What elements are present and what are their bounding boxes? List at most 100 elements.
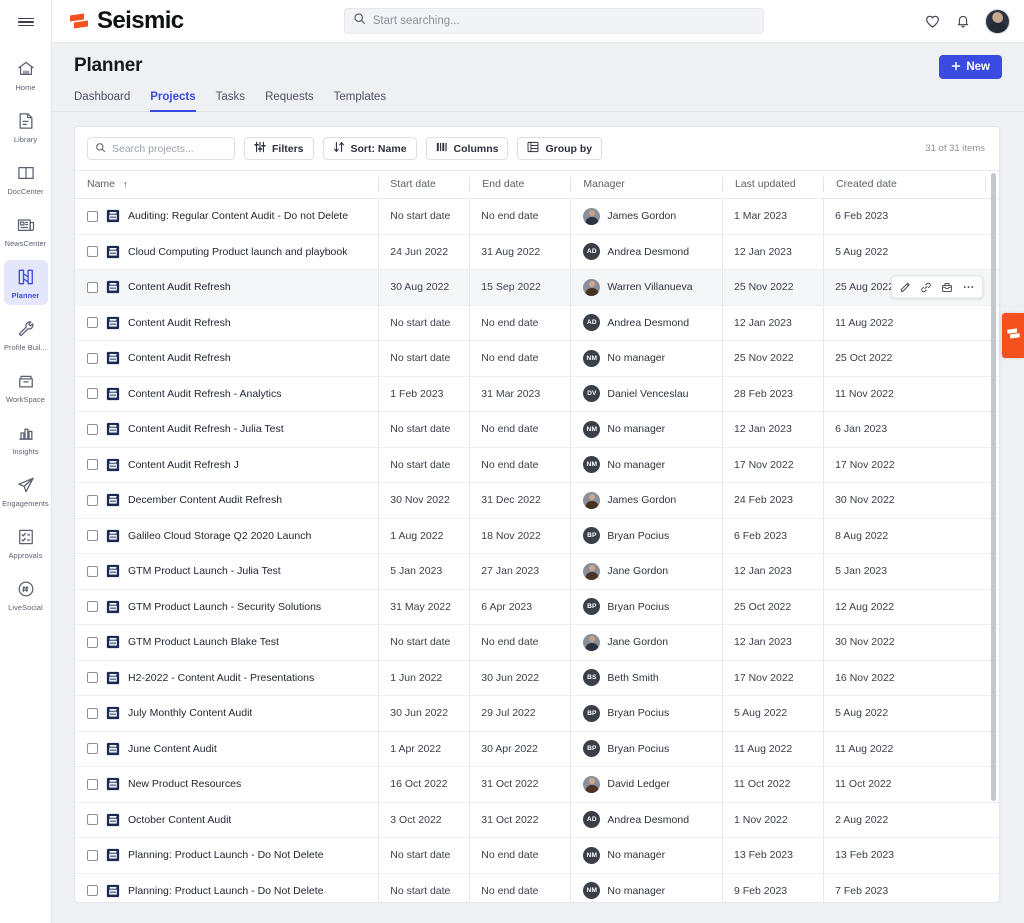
project-name-link[interactable]: New Product Resources — [128, 778, 241, 790]
seismic-edge-tab-button[interactable] — [1002, 313, 1024, 358]
table-row[interactable]: Auditing: Regular Content Audit - Do not… — [75, 198, 999, 234]
column-header-last-updated[interactable]: Last updated — [722, 170, 824, 199]
table-vertical-scrollbar[interactable] — [991, 173, 996, 801]
column-header-start-date[interactable]: Start date — [378, 170, 470, 199]
global-search[interactable] — [343, 8, 764, 34]
global-search-input[interactable] — [372, 15, 755, 27]
table-row[interactable]: New Product Resources 16 Oct 2022 31 Oct 2… — [75, 766, 999, 802]
column-header-created-date[interactable]: Created date — [823, 170, 985, 199]
sidebar-item-livesocial[interactable]: LiveSocial — [4, 572, 48, 617]
search-projects[interactable] — [87, 137, 235, 160]
row-checkbox[interactable] — [87, 459, 98, 471]
tab-requests[interactable]: Requests — [265, 91, 314, 112]
row-checkbox[interactable] — [87, 814, 98, 826]
table-row[interactable]: Content Audit Refresh 30 Aug 2022 15 Sep 2… — [75, 269, 999, 305]
project-name-link[interactable]: GTM Product Launch - Julia Test — [128, 565, 281, 577]
row-checkbox[interactable] — [87, 352, 98, 364]
group-by-button[interactable]: Group by — [517, 137, 603, 160]
table-row[interactable]: Content Audit Refresh No start date No end… — [75, 305, 999, 341]
menu-toggle-button[interactable] — [0, 0, 52, 44]
column-header-end-date[interactable]: End date — [469, 170, 571, 199]
table-row[interactable]: Cloud Computing Product launch and playb… — [75, 234, 999, 270]
project-name-link[interactable]: Galileo Cloud Storage Q2 2020 Launch — [128, 530, 311, 542]
row-checkbox[interactable] — [87, 601, 98, 613]
row-checkbox[interactable] — [87, 636, 98, 648]
row-checkbox[interactable] — [87, 388, 98, 400]
heart-icon[interactable] — [924, 13, 941, 30]
table-row[interactable]: July Monthly Content Audit 30 Jun 2022 29 … — [75, 695, 999, 731]
table-row[interactable]: December Content Audit Refresh 30 Nov 202… — [75, 482, 999, 518]
link-icon[interactable] — [920, 281, 932, 293]
more-ellipsis-icon[interactable] — [962, 281, 975, 294]
table-row[interactable]: GTM Product Launch - Security Solutions 3… — [75, 589, 999, 625]
sort-button[interactable]: Sort: Name — [322, 137, 417, 160]
project-name-link[interactable]: July Monthly Content Audit — [128, 707, 252, 719]
project-name-link[interactable]: Content Audit Refresh J — [128, 459, 239, 471]
table-row[interactable]: GTM Product Launch Blake Test No start da… — [75, 624, 999, 660]
row-checkbox[interactable] — [87, 885, 98, 897]
table-row[interactable]: October Content Audit 3 Oct 2022 31 Oct 20… — [75, 802, 999, 838]
table-row[interactable]: Content Audit Refresh - Julia Test No sta… — [75, 411, 999, 447]
project-name-link[interactable]: Content Audit Refresh — [128, 317, 231, 329]
sidebar-item-profile-buil[interactable]: Profile Buil... — [4, 312, 48, 357]
sidebar-item-home[interactable]: Home — [4, 52, 48, 97]
sidebar-item-approvals[interactable]: Approvals — [4, 520, 48, 565]
tab-tasks[interactable]: Tasks — [216, 91, 245, 112]
tab-dashboard[interactable]: Dashboard — [74, 91, 130, 112]
user-avatar[interactable] — [985, 8, 1010, 34]
table-row[interactable]: Galileo Cloud Storage Q2 2020 Launch 1 Au… — [75, 518, 999, 554]
sidebar-item-workspace[interactable]: WorkSpace — [4, 364, 48, 409]
project-name-link[interactable]: Content Audit Refresh - Julia Test — [128, 423, 284, 435]
table-row[interactable]: Planning: Product Launch - Do Not Delete… — [75, 837, 999, 873]
row-checkbox[interactable] — [87, 494, 98, 506]
table-row[interactable]: June Content Audit 1 Apr 2022 30 Apr 2022 B… — [75, 731, 999, 767]
table-row[interactable]: H2-2022 - Content Audit - Presentations 1… — [75, 660, 999, 696]
project-name-link[interactable]: Planning: Product Launch - Do Not Delete — [128, 849, 324, 861]
table-row[interactable]: GTM Product Launch - Julia Test 5 Jan 202… — [75, 553, 999, 589]
project-name-link[interactable]: GTM Product Launch - Security Solutions — [128, 601, 321, 613]
project-name-link[interactable]: October Content Audit — [128, 814, 231, 826]
seismic-logo[interactable]: Seismic — [68, 9, 184, 33]
project-name-link[interactable]: H2-2022 - Content Audit - Presentations — [128, 672, 314, 684]
column-header-manager[interactable]: Manager — [570, 170, 722, 199]
project-name-link[interactable]: December Content Audit Refresh — [128, 494, 282, 506]
project-name-link[interactable]: GTM Product Launch Blake Test — [128, 636, 279, 648]
tab-projects[interactable]: Projects — [150, 91, 196, 112]
sidebar-item-insights[interactable]: Insights — [4, 416, 48, 461]
row-checkbox[interactable] — [87, 565, 98, 577]
table-row[interactable]: Content Audit Refresh No start date No end… — [75, 340, 999, 376]
row-checkbox[interactable] — [87, 210, 98, 222]
columns-button[interactable]: Columns — [425, 137, 509, 160]
row-checkbox[interactable] — [87, 672, 98, 684]
row-checkbox[interactable] — [87, 743, 98, 755]
archive-icon[interactable] — [941, 281, 953, 293]
table-row[interactable]: Content Audit Refresh J No start date No e… — [75, 447, 999, 483]
row-checkbox[interactable] — [87, 281, 98, 293]
table-row[interactable]: Content Audit Refresh - Analytics 1 Feb 2… — [75, 376, 999, 412]
new-button[interactable]: New — [939, 55, 1002, 79]
project-name-link[interactable]: Content Audit Refresh — [128, 352, 231, 364]
project-name-link[interactable]: Planning: Product Launch - Do Not Delete — [128, 885, 324, 897]
project-name-link[interactable]: Content Audit Refresh — [128, 281, 231, 293]
search-projects-input[interactable] — [112, 142, 227, 155]
sidebar-item-planner[interactable]: Planner — [3, 260, 48, 305]
row-checkbox[interactable] — [87, 423, 98, 435]
project-name-link[interactable]: Auditing: Regular Content Audit - Do not… — [128, 210, 348, 222]
row-checkbox[interactable] — [87, 707, 98, 719]
sidebar-item-doccenter[interactable]: DocCenter — [4, 156, 48, 201]
sidebar-item-engagements[interactable]: Engagements — [2, 468, 49, 513]
row-checkbox[interactable] — [87, 778, 98, 790]
tab-templates[interactable]: Templates — [334, 91, 386, 112]
row-checkbox[interactable] — [87, 246, 98, 258]
row-checkbox[interactable] — [87, 530, 98, 542]
sidebar-item-library[interactable]: Library — [4, 104, 48, 149]
project-name-link[interactable]: Content Audit Refresh - Analytics — [128, 388, 282, 400]
sidebar-item-newscenter[interactable]: NewsCenter — [4, 208, 48, 253]
edit-pencil-icon[interactable] — [899, 281, 911, 293]
row-checkbox[interactable] — [87, 849, 98, 861]
project-name-link[interactable]: June Content Audit — [128, 743, 217, 755]
filters-button[interactable]: Filters — [244, 137, 314, 160]
row-checkbox[interactable] — [87, 317, 98, 329]
table-row[interactable]: Planning: Product Launch - Do Not Delete… — [75, 873, 999, 902]
project-name-link[interactable]: Cloud Computing Product launch and playb… — [128, 246, 347, 258]
